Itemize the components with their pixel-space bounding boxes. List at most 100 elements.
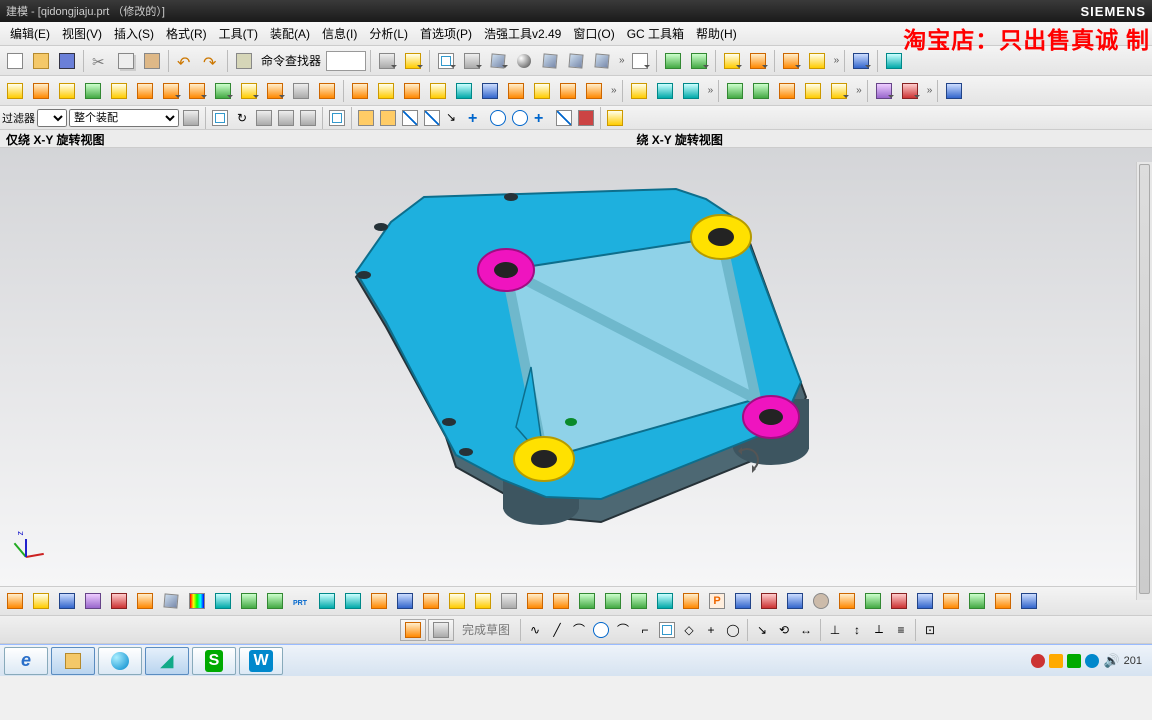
sk-btn[interactable]: ⊥: [825, 620, 845, 640]
feat-btn[interactable]: [159, 79, 183, 103]
sel-btn[interactable]: [276, 108, 296, 128]
sk-btn[interactable]: ↕: [847, 620, 867, 640]
bb-btn[interactable]: [289, 589, 313, 613]
task-explorer[interactable]: [51, 647, 95, 675]
bb-btn[interactable]: [939, 589, 963, 613]
redo-button[interactable]: [199, 49, 223, 73]
sel-btn[interactable]: [298, 108, 318, 128]
overflow-icon[interactable]: »: [616, 55, 626, 66]
feat-btn[interactable]: [185, 79, 209, 103]
menu-edit[interactable]: 编辑(E): [4, 22, 56, 45]
overflow-icon[interactable]: »: [705, 85, 715, 96]
feat-btn[interactable]: [556, 79, 580, 103]
menu-analysis[interactable]: 分析(L): [363, 22, 414, 45]
menu-tools[interactable]: 工具(T): [213, 22, 264, 45]
tb-color-swatch[interactable]: [628, 49, 652, 73]
feat-btn[interactable]: [504, 79, 528, 103]
tray-icon[interactable]: [1085, 654, 1099, 668]
menu-prefs[interactable]: 首选项(P): [414, 22, 478, 45]
feat-btn[interactable]: [530, 79, 554, 103]
bb-btn[interactable]: [419, 589, 443, 613]
bb-btn[interactable]: [237, 589, 261, 613]
feat-btn[interactable]: [55, 79, 79, 103]
sel-btn[interactable]: [327, 108, 347, 128]
bb-btn[interactable]: [107, 589, 131, 613]
feat-btn[interactable]: [872, 79, 896, 103]
cut-button[interactable]: [88, 49, 112, 73]
sk-btn[interactable]: ↘: [752, 620, 772, 640]
feat-btn[interactable]: [263, 79, 287, 103]
snap-btn[interactable]: [532, 108, 552, 128]
tb-asm-1[interactable]: [661, 49, 685, 73]
snap-btn[interactable]: [422, 108, 442, 128]
bb-btn[interactable]: [341, 589, 365, 613]
feat-btn[interactable]: [452, 79, 476, 103]
snap-btn[interactable]: ↘: [444, 108, 464, 128]
bb-btn[interactable]: [913, 589, 937, 613]
sk-btn[interactable]: ⟲: [774, 620, 794, 640]
menu-insert[interactable]: 插入(S): [108, 22, 160, 45]
tb-asm-6[interactable]: [805, 49, 829, 73]
sk-btn[interactable]: ↔: [796, 620, 816, 640]
sk-btn[interactable]: ⟂: [869, 620, 889, 640]
sk-arc-btn[interactable]: ⌒: [569, 620, 589, 640]
bb-btn[interactable]: [315, 589, 339, 613]
feat-btn[interactable]: [374, 79, 398, 103]
task-browser[interactable]: [98, 647, 142, 675]
tb-right-2[interactable]: [882, 49, 906, 73]
feat-btn[interactable]: [582, 79, 606, 103]
tb-shade-4[interactable]: [590, 49, 614, 73]
tb-generic-2[interactable]: [401, 49, 425, 73]
snap-btn[interactable]: [576, 108, 596, 128]
tray-icon[interactable]: [1067, 654, 1081, 668]
bb-btn[interactable]: [263, 589, 287, 613]
sketch-stop[interactable]: [428, 619, 454, 641]
task-wps-w[interactable]: W: [239, 647, 283, 675]
bb-btn[interactable]: [367, 589, 391, 613]
task-ie[interactable]: e: [4, 647, 48, 675]
feat-btn[interactable]: [898, 79, 922, 103]
tb-asm-5[interactable]: [779, 49, 803, 73]
sketch-play[interactable]: [400, 619, 426, 641]
feat-btn[interactable]: [723, 79, 747, 103]
bb-btn[interactable]: [861, 589, 885, 613]
snap-btn[interactable]: [488, 108, 508, 128]
bb-btn[interactable]: [757, 589, 781, 613]
bb-btn[interactable]: [523, 589, 547, 613]
snap-btn[interactable]: [466, 108, 486, 128]
sk-btn[interactable]: ⌐: [635, 620, 655, 640]
feat-btn[interactable]: [237, 79, 261, 103]
scrollbar-thumb[interactable]: [1139, 164, 1150, 594]
bb-btn[interactable]: [575, 589, 599, 613]
sk-btn[interactable]: ⊡: [920, 620, 940, 640]
menu-view[interactable]: 视图(V): [56, 22, 108, 45]
feat-btn[interactable]: [775, 79, 799, 103]
sel-btn[interactable]: [181, 108, 201, 128]
command-finder-input[interactable]: [326, 51, 366, 71]
bb-btn[interactable]: [783, 589, 807, 613]
feat-btn[interactable]: [29, 79, 53, 103]
command-finder-button[interactable]: [232, 49, 256, 73]
save-button[interactable]: [55, 49, 79, 73]
filter-select[interactable]: [37, 109, 67, 127]
tray-clock[interactable]: 201: [1124, 655, 1142, 667]
sk-point-btn[interactable]: +: [701, 620, 721, 640]
bb-btn[interactable]: [679, 589, 703, 613]
bb-btn[interactable]: [133, 589, 157, 613]
overflow-icon[interactable]: »: [924, 85, 934, 96]
feat-btn[interactable]: [289, 79, 313, 103]
copy-button[interactable]: [114, 49, 138, 73]
bb-btn[interactable]: [549, 589, 573, 613]
bb-btn[interactable]: [445, 589, 469, 613]
sk-btn[interactable]: ≡: [891, 620, 911, 640]
volume-icon[interactable]: 🔊: [1103, 653, 1119, 669]
bb-btn[interactable]: [471, 589, 495, 613]
tb-asm-3[interactable]: [720, 49, 744, 73]
bb-btn[interactable]: [211, 589, 235, 613]
bb-btn[interactable]: [887, 589, 911, 613]
task-wps-s[interactable]: S: [192, 647, 236, 675]
menu-assembly[interactable]: 装配(A): [264, 22, 316, 45]
feat-btn[interactable]: [400, 79, 424, 103]
tb-right-1[interactable]: [849, 49, 873, 73]
tb-generic-1[interactable]: [375, 49, 399, 73]
